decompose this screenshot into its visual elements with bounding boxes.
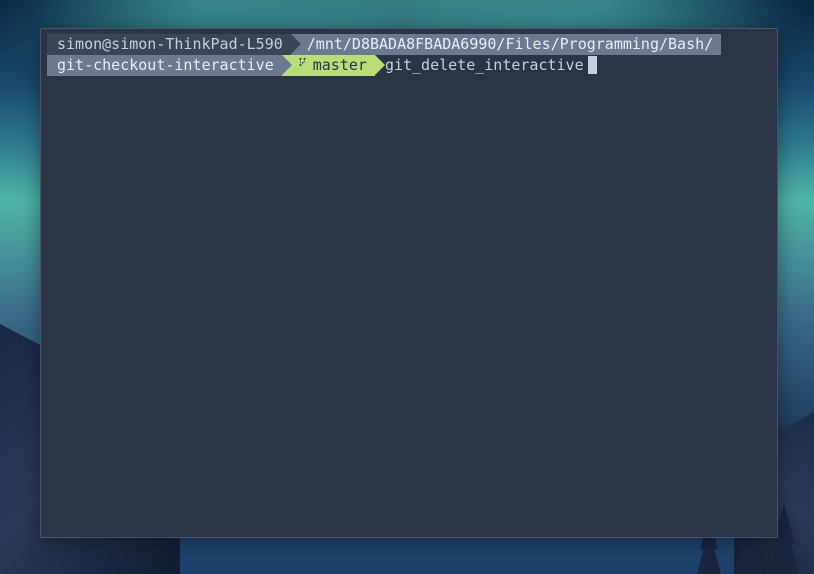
separator-arrow-icon — [291, 34, 301, 54]
terminal-window[interactable]: simon@simon-ThinkPad-L590/mnt/D8BADA8FBA… — [40, 28, 778, 538]
user-host-text: simon@simon-ThinkPad-L590 — [57, 35, 283, 53]
command-input-area[interactable]: git_delete_interactive — [375, 55, 605, 76]
separator-arrow-icon — [282, 55, 292, 75]
terminal-content[interactable]: simon@simon-ThinkPad-L590/mnt/D8BADA8FBA… — [41, 29, 777, 81]
prompt-path-segment-2: git-checkout-interactive — [47, 55, 282, 76]
git-branch-icon — [298, 54, 309, 75]
path-text-2: git-checkout-interactive — [57, 56, 274, 74]
prompt-line: simon@simon-ThinkPad-L590/mnt/D8BADA8FBA… — [47, 34, 771, 76]
prompt-path-segment-1: /mnt/D8BADA8FBADA6990/Files/Programming/… — [291, 34, 721, 55]
terminal-cursor — [588, 56, 597, 74]
prompt-user-host-segment: simon@simon-ThinkPad-L590 — [47, 34, 291, 55]
path-text-1: /mnt/D8BADA8FBADA6990/Files/Programming/… — [307, 35, 713, 53]
prompt-git-branch-segment: master — [282, 55, 375, 76]
branch-name: master — [313, 56, 367, 74]
separator-arrow-icon — [375, 55, 385, 75]
typed-command: git_delete_interactive — [385, 56, 584, 74]
